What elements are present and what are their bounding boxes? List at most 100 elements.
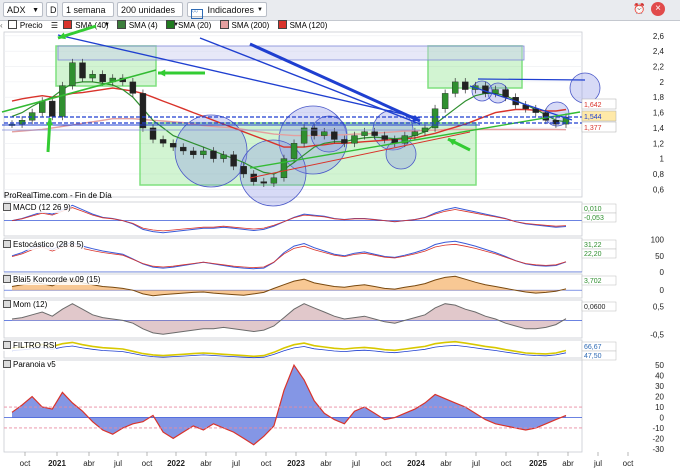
- x-axis-label: 2021: [48, 459, 66, 468]
- price-circle-annotation: [372, 109, 414, 151]
- panel-toggle-icon[interactable]: [3, 341, 11, 349]
- legend-item-sma120[interactable]: SMA (120): [277, 20, 331, 30]
- panel-toggle-icon[interactable]: [3, 300, 11, 308]
- price-candle: [421, 127, 429, 132]
- macd-line: [11, 204, 567, 234]
- price-tick-label: 2: [660, 78, 665, 87]
- green-arrow-head: [158, 69, 166, 77]
- price-candle: [109, 77, 116, 83]
- panel-toggle-icon[interactable]: [3, 203, 11, 211]
- x-axis-label: oct: [20, 459, 31, 468]
- price-circle-annotation: [174, 114, 248, 188]
- price-candle: [552, 120, 560, 125]
- green-arrow-head: [58, 32, 66, 40]
- legend-label: SMA (120): [289, 21, 328, 30]
- close-icon[interactable]: ×: [651, 2, 665, 16]
- green-arrow: [447, 137, 471, 152]
- panel-label: Paranoia v5: [13, 360, 56, 369]
- x-axis-label: oct: [142, 459, 153, 468]
- paranoia-tick-label: 10: [655, 403, 664, 412]
- legend-item-sma200[interactable]: SMA (200): [219, 20, 273, 30]
- price-tick-label: 1: [660, 155, 665, 164]
- momentum-value-label: 0,0600: [584, 304, 606, 311]
- stochastic-tick-label: 0: [660, 268, 665, 277]
- panel-toggle-icon[interactable]: [3, 240, 11, 248]
- price-candle: [512, 97, 519, 106]
- momentum-area: [12, 303, 566, 335]
- price-trendline: [477, 78, 586, 81]
- x-axis-label: abr: [320, 459, 332, 468]
- panel-toggle-icon[interactable]: [3, 360, 11, 368]
- price-candle: [411, 131, 419, 136]
- price-candle: [230, 154, 237, 167]
- price-label: 1,544: [584, 114, 602, 121]
- price-tick-label: 1,8: [653, 93, 665, 102]
- price-circle-annotation: [385, 138, 417, 170]
- price-tick-label: 1,2: [653, 139, 665, 148]
- price-candle: [250, 173, 257, 182]
- price-candle: [49, 100, 56, 117]
- panel-macd: [3, 201, 583, 237]
- x-axis-label: abr: [83, 459, 95, 468]
- stochastic-value-label: 31,22: [584, 242, 602, 249]
- sma40-line: [11, 87, 567, 148]
- legend-chevron-icon[interactable]: ‹: [0, 21, 3, 30]
- legend-item-sma40[interactable]: SMA (40): [63, 20, 111, 30]
- price-candle: [381, 135, 388, 140]
- price-candle: [341, 139, 348, 144]
- legend-item-precio[interactable]: Precio: [7, 20, 46, 30]
- units-select[interactable]: 200 unidades ▼: [117, 2, 183, 28]
- price-candle: [139, 93, 147, 129]
- price-candle: [371, 131, 378, 136]
- momentum-tick-label: 0,5: [653, 302, 665, 311]
- price-candle: [59, 85, 66, 117]
- paranoia-tick-label: -10: [652, 424, 664, 433]
- indicators-button[interactable]: 〰 Indicadores ▼: [187, 2, 267, 19]
- panel-momentum: [3, 299, 583, 339]
- x-axis-label: 2023: [287, 459, 305, 468]
- period-label: 1 semana: [66, 5, 106, 15]
- price-candle: [99, 74, 106, 83]
- price-candle: [462, 81, 469, 90]
- stochastic-tick-label: 50: [655, 252, 664, 261]
- panel-title-stochastic: Estocástico (28 8 5): [3, 240, 84, 250]
- x-axis-label: jul: [593, 459, 602, 468]
- panel-label: FILTRO RSI: [13, 341, 57, 350]
- legend-label: SMA (20): [177, 21, 212, 30]
- x-axis-label: oct: [261, 459, 272, 468]
- price-candle: [351, 135, 358, 144]
- filtro_rsi-value-box: [581, 341, 617, 352]
- sma200-line: [11, 117, 567, 137]
- alarm-icon[interactable]: ⏰: [633, 2, 645, 17]
- period-select[interactable]: 1 semana ▼: [62, 2, 114, 28]
- panel-toggle-icon[interactable]: [3, 275, 11, 283]
- price-candle: [119, 77, 127, 83]
- chart-canvas[interactable]: 2,6 2,4 2,2 2 1,8 1,6 1,4 1,2 1 0,8 0,6 1,642 1,544 1…: [0, 0, 680, 472]
- price-candle: [270, 177, 278, 184]
- price-label: 1,377: [584, 125, 602, 132]
- koncorde-value-label: 3,702: [584, 278, 602, 285]
- legend-item-sma4[interactable]: SMA (4): [116, 20, 161, 30]
- d-button[interactable]: D: [46, 2, 58, 17]
- symbol-selector[interactable]: ADX ▼: [3, 2, 43, 17]
- price-candle: [169, 143, 177, 148]
- paranoia-tick-label: 30: [655, 382, 664, 391]
- list-icon[interactable]: ☰: [51, 21, 58, 30]
- panel-filtro_rsi: [3, 339, 583, 359]
- stochastic-line: [11, 240, 567, 270]
- price-candle: [8, 123, 16, 126]
- price-candle: [321, 131, 328, 136]
- price-candle: [492, 89, 499, 94]
- x-axis-label: 2024: [407, 459, 425, 468]
- stochastic-signal-line: [11, 243, 567, 269]
- price-candle: [180, 146, 187, 152]
- price-zone-box: [55, 45, 157, 87]
- x-axis-label: abr: [200, 459, 212, 468]
- price-candle: [391, 139, 398, 144]
- legend-item-sma20[interactable]: SMA (20): [165, 20, 214, 30]
- filtro_rsi-value-box: [581, 350, 617, 361]
- price-tick-label: 1,6: [653, 109, 665, 118]
- momentum-line: [11, 303, 567, 335]
- price-candle: [502, 89, 509, 98]
- price-candle: [482, 85, 489, 94]
